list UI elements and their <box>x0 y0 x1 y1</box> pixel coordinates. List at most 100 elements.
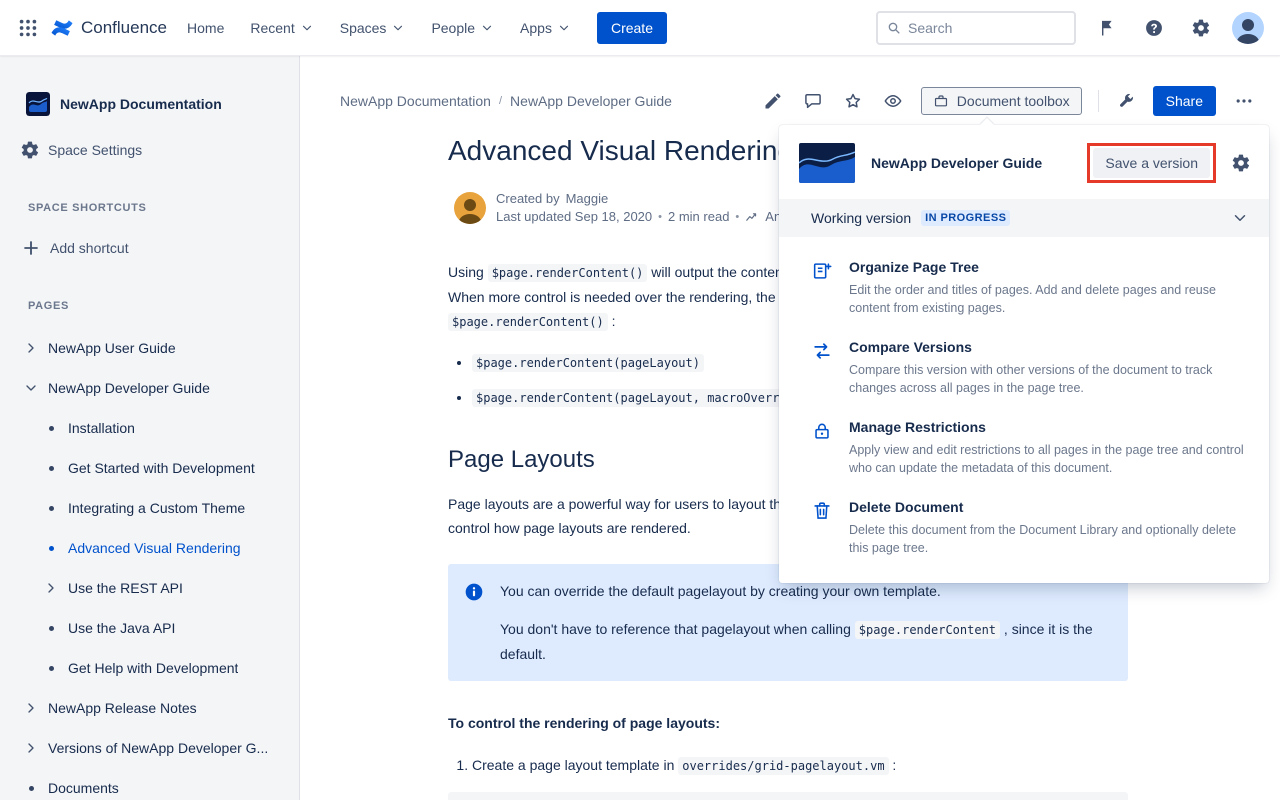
share-button[interactable]: Share <box>1153 86 1216 116</box>
user-avatar[interactable] <box>1232 12 1264 44</box>
sidebar-item-versions-of-newapp-developer-guide[interactable]: Versions of NewApp Developer G... <box>0 728 299 768</box>
pages-header: PAGES <box>0 300 299 312</box>
chevron-down-icon <box>557 21 571 35</box>
chevron-down-icon <box>300 21 314 35</box>
version-label: Working version <box>811 210 911 226</box>
document-thumbnail <box>799 143 855 183</box>
topnav-right-group <box>876 11 1264 45</box>
toolbox-item-delete-document[interactable]: Delete Document Delete this document fro… <box>811 499 1249 557</box>
nav-spaces[interactable]: Spaces <box>340 20 406 36</box>
bullet-icon <box>22 786 40 791</box>
save-a-version-button[interactable]: Save a version <box>1093 148 1210 178</box>
chevron-down-icon <box>1231 209 1249 227</box>
page-tree: NewApp User Guide NewApp Developer Guide… <box>0 328 299 800</box>
sidebar-item-newapp-release-notes[interactable]: NewApp Release Notes <box>0 688 299 728</box>
control-rendering-heading: To control the rendering of page layouts… <box>448 711 1128 735</box>
chevron-right-icon <box>22 340 40 356</box>
watch-button[interactable] <box>881 89 905 113</box>
app-switcher-button[interactable] <box>12 12 44 44</box>
create-button[interactable]: Create <box>597 12 667 44</box>
chevron-right-icon <box>22 740 40 756</box>
edit-button[interactable] <box>761 89 785 113</box>
sidebar-item-newapp-developer-guide[interactable]: NewApp Developer Guide <box>0 368 299 408</box>
sidebar-item-newapp-user-guide[interactable]: NewApp User Guide <box>0 328 299 368</box>
toolbox-item-organize-page-tree[interactable]: Organize Page Tree Edit the order and ti… <box>811 259 1249 317</box>
breadcrumb-space-link[interactable]: NewApp Documentation <box>340 93 491 109</box>
status-badge: IN PROGRESS <box>921 210 1010 226</box>
document-toolbox-button[interactable]: Document toolbox <box>921 87 1082 115</box>
step-item: Create a page layout template in overrid… <box>472 753 1128 778</box>
bullet-icon <box>42 466 60 471</box>
gear-icon <box>1231 153 1251 173</box>
space-shortcuts-header: SPACE SHORTCUTS <box>0 202 299 214</box>
working-version-bar[interactable]: Working version IN PROGRESS <box>779 199 1269 237</box>
space-settings-link[interactable]: Space Settings <box>0 130 299 170</box>
comment-icon <box>803 91 823 111</box>
addon-tool-button[interactable] <box>1115 90 1137 112</box>
info-panel-body: You can override the default pagelayout … <box>500 579 1112 666</box>
star-icon <box>843 91 863 111</box>
lock-icon <box>811 419 833 477</box>
space-sidebar: NewApp Documentation Space Settings SPAC… <box>0 56 300 800</box>
popup-document-title: NewApp Developer Guide <box>871 155 1042 171</box>
more-actions-button[interactable] <box>1232 89 1256 113</box>
chevron-right-icon <box>42 580 60 596</box>
sidebar-item-documents[interactable]: Documents <box>0 768 299 800</box>
notifications-button[interactable] <box>1091 12 1123 44</box>
sidebar-item-get-help-with-development[interactable]: Get Help with Development <box>0 648 299 688</box>
flag-icon <box>1097 18 1117 38</box>
toolbox-settings-button[interactable] <box>1229 151 1253 175</box>
sidebar-item-get-started-with-development[interactable]: Get Started with Development <box>0 448 299 488</box>
confluence-home-link[interactable]: Confluence <box>50 16 167 40</box>
nav-home[interactable]: Home <box>187 20 224 36</box>
toolbox-menu: Organize Page Tree Edit the order and ti… <box>779 237 1269 583</box>
search-box[interactable] <box>876 11 1076 45</box>
chevron-down-icon <box>22 380 40 396</box>
inline-code: $page.renderContent() <box>488 264 648 282</box>
gear-icon <box>20 140 40 160</box>
last-updated: Last updated Sep 18, 2020 <box>496 208 652 226</box>
inline-code: overrides/grid-pagelayout.vm <box>678 757 888 775</box>
ellipsis-icon <box>1234 91 1254 111</box>
add-shortcut-link[interactable]: Add shortcut <box>0 228 299 268</box>
help-icon <box>1144 18 1164 38</box>
info-icon <box>464 582 484 666</box>
bullet-icon <box>42 426 60 431</box>
sidebar-item-use-the-rest-api[interactable]: Use the REST API <box>0 568 299 608</box>
nav-people[interactable]: People <box>431 20 494 36</box>
toolbox-item-compare-versions[interactable]: Compare Versions Compare this version wi… <box>811 339 1249 397</box>
confluence-logo-icon <box>50 16 74 40</box>
search-input[interactable] <box>908 20 1066 36</box>
settings-button[interactable] <box>1185 12 1217 44</box>
bullet-icon <box>42 506 60 511</box>
trash-icon <box>811 499 833 557</box>
gear-icon <box>1191 18 1211 38</box>
top-navigation: Confluence Home Recent Spaces People App… <box>0 0 1280 56</box>
help-button[interactable] <box>1138 12 1170 44</box>
pencil-icon <box>763 91 783 111</box>
sidebar-item-integrating-a-custom-theme[interactable]: Integrating a Custom Theme <box>0 488 299 528</box>
toolbar-actions: Document toolbox Share <box>761 86 1256 116</box>
nav-apps[interactable]: Apps <box>520 20 571 36</box>
space-header[interactable]: NewApp Documentation <box>0 84 299 124</box>
author-link[interactable]: Maggie <box>566 190 609 208</box>
favorite-button[interactable] <box>841 89 865 113</box>
toolbox-item-manage-restrictions[interactable]: Manage Restrictions Apply view and edit … <box>811 419 1249 477</box>
sidebar-item-use-the-java-api[interactable]: Use the Java API <box>0 608 299 648</box>
sidebar-item-installation[interactable]: Installation <box>0 408 299 448</box>
search-icon <box>886 20 902 36</box>
wrench-icon <box>1117 92 1135 110</box>
sidebar-item-advanced-visual-rendering[interactable]: Advanced Visual Rendering <box>0 528 299 568</box>
bullet-icon <box>42 626 60 631</box>
grid-icon <box>17 17 39 39</box>
nav-recent[interactable]: Recent <box>250 20 313 36</box>
eye-icon <box>883 91 903 111</box>
breadcrumb-parent-link[interactable]: NewApp Developer Guide <box>510 93 672 109</box>
popup-header: NewApp Developer Guide Save a version <box>779 125 1269 199</box>
document-toolbox-popup: NewApp Developer Guide Save a version Wo… <box>779 125 1269 583</box>
author-avatar[interactable] <box>454 192 486 224</box>
page-toolbar: NewApp Documentation / NewApp Developer … <box>300 56 1280 116</box>
comment-button[interactable] <box>801 89 825 113</box>
primary-nav: Home Recent Spaces People Apps <box>187 20 571 36</box>
inline-code: $page.renderContent() <box>448 313 608 331</box>
